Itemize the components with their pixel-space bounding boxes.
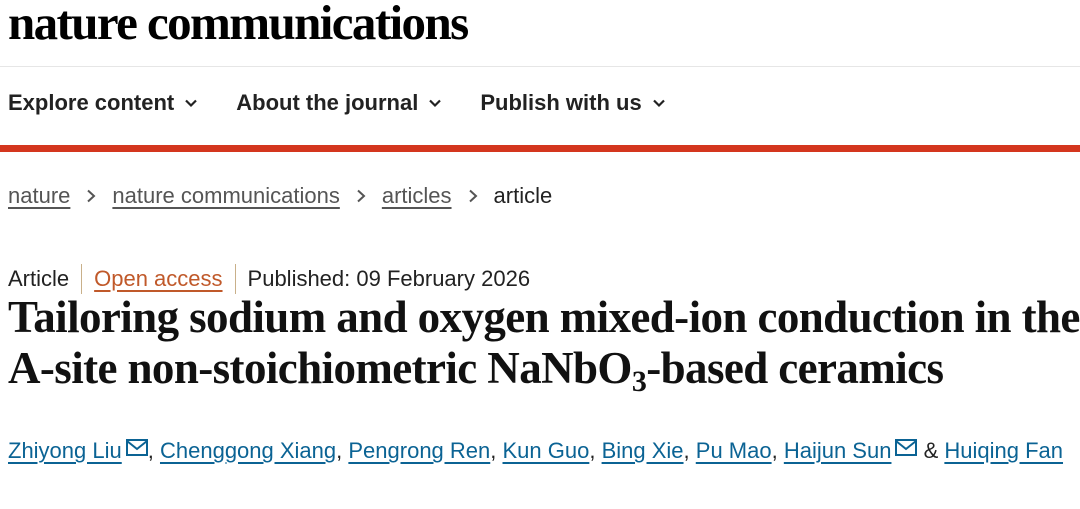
- chevron-down-icon: [652, 99, 665, 108]
- journal-logo[interactable]: nature communications: [8, 0, 469, 51]
- nav-label: Explore content: [8, 90, 175, 115]
- chevron-down-icon: [185, 99, 198, 108]
- nav-about-journal[interactable]: About the journal: [236, 90, 442, 116]
- main-nav: Explore content About the journal Publis…: [8, 90, 666, 116]
- author-separator: ,: [683, 438, 696, 463]
- header-divider: [0, 66, 1080, 67]
- author-link[interactable]: Chenggong Xiang: [160, 438, 336, 463]
- article-type: Article: [8, 266, 70, 291]
- breadcrumb-articles[interactable]: articles: [382, 183, 452, 209]
- author-separator: ,: [589, 438, 602, 463]
- nav-label: About the journal: [236, 90, 419, 115]
- author-link[interactable]: Zhiyong Liu: [8, 438, 122, 463]
- author-separator: ,: [336, 438, 349, 463]
- meta-divider: [81, 264, 83, 294]
- nav-explore-content[interactable]: Explore content: [8, 90, 198, 116]
- author-list: Zhiyong Liu, Chenggong Xiang, Pengrong R…: [8, 428, 1068, 474]
- author-link[interactable]: Kun Guo: [503, 438, 590, 463]
- chevron-right-icon: [468, 189, 478, 203]
- nav-label: Publish with us: [480, 90, 642, 115]
- author-separator: ,: [771, 438, 784, 463]
- author-link[interactable]: Huiqing Fan: [944, 438, 1063, 463]
- meta-divider: [234, 264, 236, 294]
- author-link[interactable]: Haijun Sun: [784, 438, 892, 463]
- nav-publish-with-us[interactable]: Publish with us: [480, 90, 665, 116]
- article-meta: Article Open access Published: 09 Februa…: [8, 264, 530, 294]
- breadcrumb-nature-communications[interactable]: nature communications: [112, 183, 339, 209]
- published-date: Published: 09 February 2026: [247, 266, 531, 291]
- breadcrumb-nature[interactable]: nature: [8, 183, 70, 209]
- title-subscript: 3: [631, 365, 647, 398]
- envelope-icon[interactable]: [125, 439, 148, 456]
- author-ampersand: &: [917, 438, 945, 463]
- breadcrumb-current: article: [493, 183, 553, 208]
- chevron-right-icon: [357, 189, 366, 203]
- envelope-icon[interactable]: [895, 439, 918, 456]
- author-link[interactable]: Bing Xie: [602, 438, 684, 463]
- article-title: Tailoring sodium and oxygen mixed-ion co…: [8, 292, 1080, 397]
- chevron-right-icon: [87, 189, 96, 203]
- open-access-link[interactable]: Open access: [94, 266, 222, 292]
- breadcrumb: nature nature communications articles ar…: [8, 183, 552, 209]
- author-link[interactable]: Pu Mao: [696, 438, 772, 463]
- author-link[interactable]: Pengrong Ren: [348, 438, 490, 463]
- chevron-down-icon: [429, 99, 442, 108]
- author-separator: ,: [490, 438, 503, 463]
- accent-bar: [0, 145, 1080, 152]
- author-separator: ,: [147, 438, 160, 463]
- title-text-end: -based ceramics: [646, 343, 944, 393]
